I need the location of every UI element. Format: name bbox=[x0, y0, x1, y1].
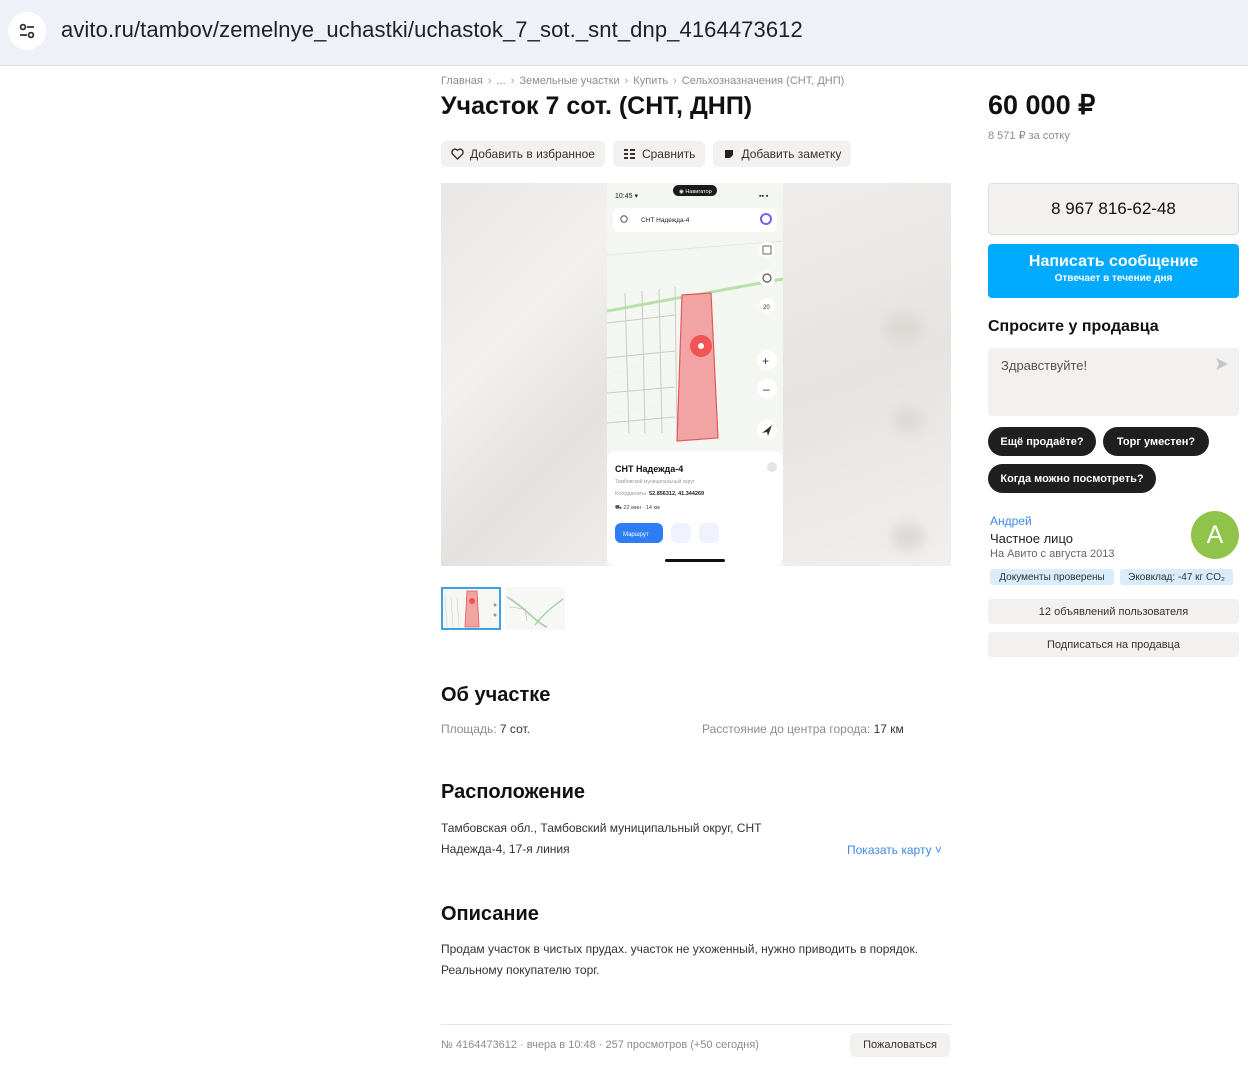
svg-text:10:45 ▾: 10:45 ▾ bbox=[615, 193, 638, 200]
subscribe-seller-button[interactable]: Подписаться на продавца bbox=[988, 632, 1239, 657]
chip-when-view[interactable]: Когда можно посмотреть? bbox=[988, 464, 1156, 493]
breadcrumb-home[interactable]: Главная bbox=[441, 75, 483, 87]
seller-type: Частное лицо bbox=[990, 531, 1073, 546]
compare-label: Сравнить bbox=[641, 147, 696, 161]
svg-text:· · · ·: · · · · bbox=[649, 361, 658, 366]
chip-bargain[interactable]: Торг уместен? bbox=[1103, 427, 1209, 456]
svg-text:· · · ·: · · · · bbox=[631, 364, 640, 369]
about-heading: Об участке bbox=[441, 684, 551, 706]
svg-text:20: 20 bbox=[763, 305, 770, 311]
address-text: Тамбовская обл., Тамбовский муниципальны… bbox=[441, 821, 762, 856]
photo-gallery[interactable]: · · · · · · · · · · · · · · · · · · · · · · … bbox=[441, 183, 951, 566]
ask-seller-text: Здравствуйте! bbox=[1001, 358, 1088, 373]
thumbnail-strip bbox=[441, 587, 565, 630]
svg-text:· · · ·: · · · · bbox=[612, 409, 621, 414]
svg-text:–: – bbox=[763, 382, 770, 396]
distance-param: Расстояние до центра города: 17 км bbox=[702, 722, 904, 736]
url-field[interactable]: avito.ru/tambov/zemelnye_uchastki/uchast… bbox=[61, 17, 803, 43]
browser-address-bar: avito.ru/tambov/zemelnye_uchastki/uchast… bbox=[0, 0, 1248, 66]
svg-text:▪▪ ▪: ▪▪ ▪ bbox=[759, 193, 769, 200]
seller-listings-button[interactable]: 12 объявлений пользователя bbox=[988, 599, 1239, 624]
photo-blur-right bbox=[783, 183, 951, 566]
show-map-link[interactable]: Показать карту ˅ bbox=[847, 843, 942, 857]
ask-seller-heading: Спросите у продавца bbox=[988, 318, 1159, 335]
price-per-sotka: 8 571 ₽ за сотку bbox=[988, 130, 1070, 142]
write-message-button[interactable]: Написать сообщение Отвечает в течение дн… bbox=[988, 244, 1239, 298]
thumbnail-1[interactable] bbox=[441, 587, 501, 630]
svg-text:⛟ 22 мин · 14 км: ⛟ 22 мин · 14 км bbox=[615, 505, 660, 511]
svg-text:· · · ·: · · · · bbox=[631, 309, 640, 314]
breadcrumb-ellipsis[interactable]: ... bbox=[497, 75, 506, 87]
note-icon bbox=[725, 150, 734, 158]
breadcrumb-agri[interactable]: Сельхозназначения (СНТ, ДНП) bbox=[682, 75, 845, 87]
svg-text:· · · ·: · · · · bbox=[649, 307, 658, 312]
description-heading: Описание bbox=[441, 903, 539, 925]
avatar[interactable]: А bbox=[1191, 511, 1239, 559]
heart-icon bbox=[451, 148, 464, 160]
report-button[interactable]: Пожаловаться bbox=[850, 1033, 950, 1057]
ask-seller-input[interactable]: Здравствуйте! bbox=[988, 348, 1239, 416]
svg-text:◉ Навигатор: ◉ Навигатор bbox=[679, 189, 712, 195]
area-param: Площадь: 7 сот. bbox=[441, 722, 530, 736]
listing-actions: Добавить в избранное Сравнить Добавить з… bbox=[441, 141, 852, 167]
breadcrumb: Главная ›... › Земельные участки › Купить › Сел… bbox=[441, 75, 845, 87]
add-favorite-label: Добавить в избранное bbox=[470, 147, 595, 161]
listing-meta: № 4164473612 · вчера в 10:48 · 257 просм… bbox=[441, 1039, 759, 1051]
svg-text:+: + bbox=[762, 354, 769, 368]
svg-text:Маршрут: Маршрут bbox=[623, 532, 649, 538]
map-screenshot: · · · · · · · · · · · · · · · · · · · · · · … bbox=[607, 183, 783, 566]
svg-text:Координаты: 52.856312, 41.3442: Координаты: 52.856312, 41.344269 bbox=[615, 491, 704, 497]
compare-icon bbox=[623, 149, 635, 159]
photo-blur-left bbox=[441, 183, 607, 566]
add-note-label: Добавить заметку bbox=[741, 147, 842, 161]
breadcrumb-land[interactable]: Земельные участки bbox=[519, 75, 619, 87]
compare-button[interactable]: Сравнить bbox=[612, 141, 706, 167]
breadcrumb-buy[interactable]: Купить bbox=[633, 75, 668, 87]
send-icon[interactable] bbox=[1215, 357, 1229, 371]
site-settings-icon[interactable] bbox=[8, 12, 46, 50]
svg-text:СНТ Надежда-4: СНТ Надежда-4 bbox=[641, 217, 690, 224]
svg-text:· · · ·: · · · · bbox=[649, 404, 658, 409]
svg-text:· · · ·: · · · · bbox=[612, 369, 621, 374]
show-phone-button[interactable]: 8 967 816-62-48 bbox=[988, 183, 1239, 235]
svg-text:· · · ·: · · · · bbox=[612, 319, 621, 324]
seller-since: На Авито с августа 2013 bbox=[990, 548, 1115, 560]
write-message-label: Написать сообщение bbox=[1028, 253, 1199, 270]
badge-eco-contribution[interactable]: Эковклад: -47 кг CO₂ bbox=[1120, 569, 1233, 585]
description-text: Продам участок в чистых прудах. участок … bbox=[441, 942, 919, 977]
svg-text:СНТ Надежда-4: СНТ Надежда-4 bbox=[615, 464, 683, 474]
thumbnail-2[interactable] bbox=[505, 587, 565, 630]
add-favorite-button[interactable]: Добавить в избранное bbox=[441, 141, 605, 167]
chip-still-selling[interactable]: Ещё продаёте? bbox=[988, 427, 1096, 456]
footer-divider bbox=[441, 1024, 951, 1025]
badge-documents-verified[interactable]: Документы проверены bbox=[990, 569, 1114, 585]
seller-name-link[interactable]: Андрей bbox=[990, 514, 1032, 528]
add-note-button[interactable]: Добавить заметку bbox=[713, 141, 852, 167]
svg-text:Тамбовский муниципальный округ: Тамбовский муниципальный округ bbox=[615, 478, 695, 485]
svg-text:· · · ·: · · · · bbox=[631, 407, 640, 412]
response-time-label: Отвечает в течение дня bbox=[1054, 273, 1173, 284]
page-title: Участок 7 сот. (СНТ, ДНП) bbox=[441, 92, 753, 120]
location-heading: Расположение bbox=[441, 781, 586, 803]
price: 60 000 ₽ bbox=[988, 90, 1096, 120]
